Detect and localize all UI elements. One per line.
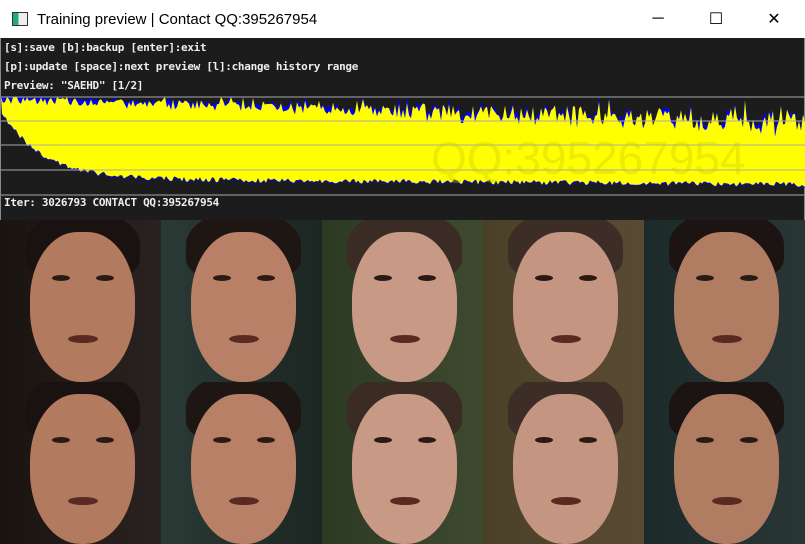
iteration-status: Iter: 3026793 CONTACT QQ:395267954 (4, 196, 219, 209)
title-bar: Training preview | Contact QQ:395267954 … (0, 0, 805, 38)
help-line-save: [s]:save [b]:backup [enter]:exit (4, 41, 207, 54)
preview-swapped (644, 382, 805, 544)
mouth (390, 335, 420, 343)
face (191, 232, 296, 382)
eye (418, 275, 436, 281)
preview-label: Preview: "SAEHD" [1/2] (4, 79, 144, 92)
eye (740, 275, 758, 281)
mouth (68, 335, 98, 343)
eye (257, 437, 275, 443)
preview-dst-pred (483, 382, 644, 544)
mouth (229, 335, 259, 343)
eye (52, 275, 70, 281)
eye (213, 437, 231, 443)
window-title: Training preview | Contact QQ:395267954 (37, 10, 318, 28)
maximize-button[interactable]: ☐ (687, 0, 745, 38)
loss-history-graph: QQ:395267954 (1, 96, 805, 196)
eye (696, 437, 714, 443)
eye (96, 437, 114, 443)
eye (696, 275, 714, 281)
eye (96, 275, 114, 281)
minimize-button[interactable]: ─ (629, 0, 687, 38)
eye (52, 437, 70, 443)
preview-dst (322, 220, 483, 382)
face (674, 232, 779, 382)
mouth (712, 497, 742, 505)
face (352, 394, 457, 544)
eye (579, 437, 597, 443)
face (674, 394, 779, 544)
mouth (551, 335, 581, 343)
preview-src-pred (161, 382, 322, 544)
eye (740, 437, 758, 443)
mouth (68, 497, 98, 505)
close-button[interactable]: ✕ (745, 0, 803, 38)
app-icon (12, 12, 28, 26)
preview-src (0, 220, 161, 382)
face (191, 394, 296, 544)
face (513, 394, 618, 544)
preview-grid (0, 220, 805, 544)
eye (535, 275, 553, 281)
eye (257, 275, 275, 281)
face (30, 394, 135, 544)
eye (579, 275, 597, 281)
eye (213, 275, 231, 281)
eye (374, 437, 392, 443)
face (513, 232, 618, 382)
watermark: QQ:395267954 (431, 132, 746, 184)
preview-swapped (644, 220, 805, 382)
eye (418, 437, 436, 443)
mouth (712, 335, 742, 343)
face (352, 232, 457, 382)
preview-dst (322, 382, 483, 544)
eye (374, 275, 392, 281)
mouth (551, 497, 581, 505)
preview-src (0, 382, 161, 544)
preview-dst-pred (483, 220, 644, 382)
mouth (229, 497, 259, 505)
mouth (390, 497, 420, 505)
preview-src-pred (161, 220, 322, 382)
eye (535, 437, 553, 443)
training-panel: [s]:save [b]:backup [enter]:exit [p]:upd… (0, 38, 805, 220)
help-line-update: [p]:update [space]:next preview [l]:chan… (4, 60, 359, 73)
face (30, 232, 135, 382)
